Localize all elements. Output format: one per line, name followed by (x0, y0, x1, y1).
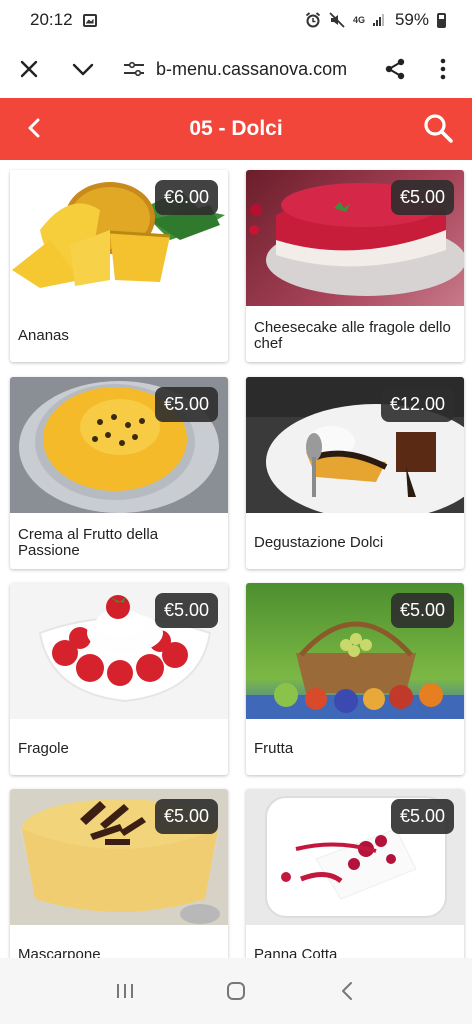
product-card[interactable]: €5.00 Crema al Frutto della Passione (10, 377, 228, 569)
more-options-button[interactable] (428, 54, 458, 84)
recent-apps-button[interactable] (105, 976, 145, 1006)
product-name: Ananas (18, 327, 69, 344)
network-type: 4G (352, 15, 365, 25)
product-price: €5.00 (154, 387, 218, 422)
back-button[interactable] (20, 114, 48, 142)
home-icon (226, 982, 245, 1000)
status-icons: 4G 59% (305, 10, 446, 30)
product-card[interactable]: €5.00 Panna Cotta (246, 789, 464, 958)
search-button[interactable] (422, 112, 454, 144)
address-bar[interactable]: b-menu.cassanova.com (124, 59, 380, 80)
product-name: Frutta (254, 740, 294, 757)
product-name: Cheesecake alle fragole dello chef (254, 319, 451, 352)
product-image-dessert-platter: €12.00 (246, 377, 464, 513)
back-icon (341, 982, 352, 1000)
share-icon (385, 58, 405, 80)
signal-icon (372, 14, 387, 26)
chevron-left-icon (28, 118, 40, 138)
product-name: Mascarpone (18, 946, 101, 959)
mute-icon (329, 12, 345, 28)
product-price: €5.00 (154, 593, 218, 628)
share-button[interactable] (380, 54, 410, 84)
product-name: Degustazione Dolci (254, 534, 384, 551)
battery-icon (437, 12, 446, 28)
product-image-pineapple: €6.00 (10, 170, 228, 306)
close-icon (20, 60, 38, 78)
product-image-fruit-basket: €5.00 (246, 583, 464, 719)
close-tab-button[interactable] (14, 54, 44, 84)
chevron-down-icon (72, 63, 94, 76)
more-vertical-icon (440, 58, 446, 80)
alarm-icon (305, 12, 321, 28)
search-icon (424, 114, 453, 143)
product-card[interactable]: €5.00 Mascarpone (10, 789, 228, 958)
home-button[interactable] (216, 976, 256, 1006)
product-grid: €6.00 Ananas €5.00 Cheesecake alle frago… (0, 160, 472, 958)
product-image-passion-fruit-cream: €5.00 (10, 377, 228, 513)
product-card[interactable]: €5.00 Cheesecake alle fragole dello chef (246, 170, 464, 362)
minimize-tab-button[interactable] (68, 54, 98, 84)
status-bar: 20:12 4G 59% (0, 0, 472, 40)
status-time: 20:12 (30, 10, 73, 29)
recent-apps-icon (117, 984, 134, 998)
product-card[interactable]: €12.00 Degustazione Dolci (246, 377, 464, 569)
product-price: €5.00 (390, 799, 454, 834)
product-price: €6.00 (154, 180, 218, 215)
product-image-panna-cotta: €5.00 (246, 789, 464, 925)
product-card[interactable]: €6.00 Ananas (10, 170, 228, 362)
system-nav-bar (0, 958, 472, 1024)
app-header: 05 - Dolci (0, 98, 472, 160)
browser-toolbar: b-menu.cassanova.com (0, 40, 472, 98)
battery-percent: 59% (394, 10, 429, 29)
product-card[interactable]: €5.00 Fragole (10, 583, 228, 775)
product-image-mascarpone: €5.00 (10, 789, 228, 925)
product-name: Fragole (18, 740, 69, 757)
product-price: €5.00 (390, 180, 454, 215)
product-image-cheesecake: €5.00 (246, 170, 464, 306)
product-name: Crema al Frutto della Passione (18, 526, 159, 559)
product-image-strawberries-cream: €5.00 (10, 583, 228, 719)
page-title: 05 - Dolci (189, 117, 283, 140)
product-price: €5.00 (390, 593, 454, 628)
back-nav-button[interactable] (327, 976, 367, 1006)
site-settings-icon[interactable] (124, 61, 144, 77)
product-card[interactable]: €5.00 Frutta (246, 583, 464, 775)
product-name: Panna Cotta (254, 946, 338, 959)
url-text: b-menu.cassanova.com (156, 58, 348, 79)
product-price: €5.00 (154, 799, 218, 834)
gallery-notification-icon (82, 13, 97, 27)
product-price: €12.00 (380, 387, 454, 422)
